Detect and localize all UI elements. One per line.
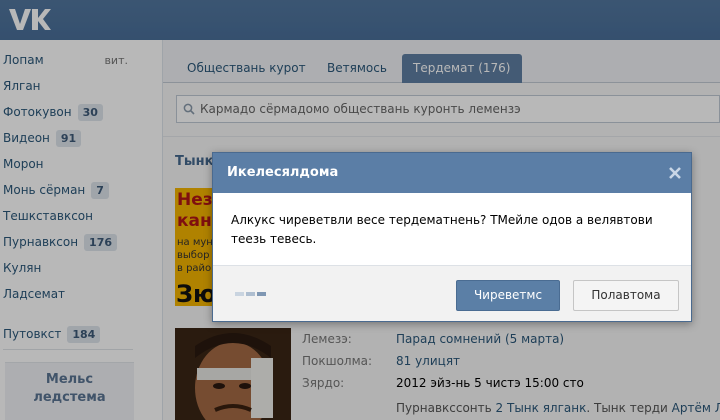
dialog-title: Икелесялдома xyxy=(227,165,339,180)
confirm-button[interactable]: Чиреветмс xyxy=(456,280,560,311)
cancel-button[interactable]: Полавтома xyxy=(573,280,679,311)
dialog-header: Икелесялдома xyxy=(213,153,691,193)
dialog-message: Алкукс чиреветвли весе тердематнень? ТМе… xyxy=(231,213,653,246)
loading-dots-icon xyxy=(235,292,266,296)
confirm-dialog: Икелесялдома Алкукс чиреветвли весе терд… xyxy=(212,152,692,322)
close-icon[interactable] xyxy=(667,165,683,181)
dialog-footer: Чиреветмс Полавтома xyxy=(213,265,691,321)
